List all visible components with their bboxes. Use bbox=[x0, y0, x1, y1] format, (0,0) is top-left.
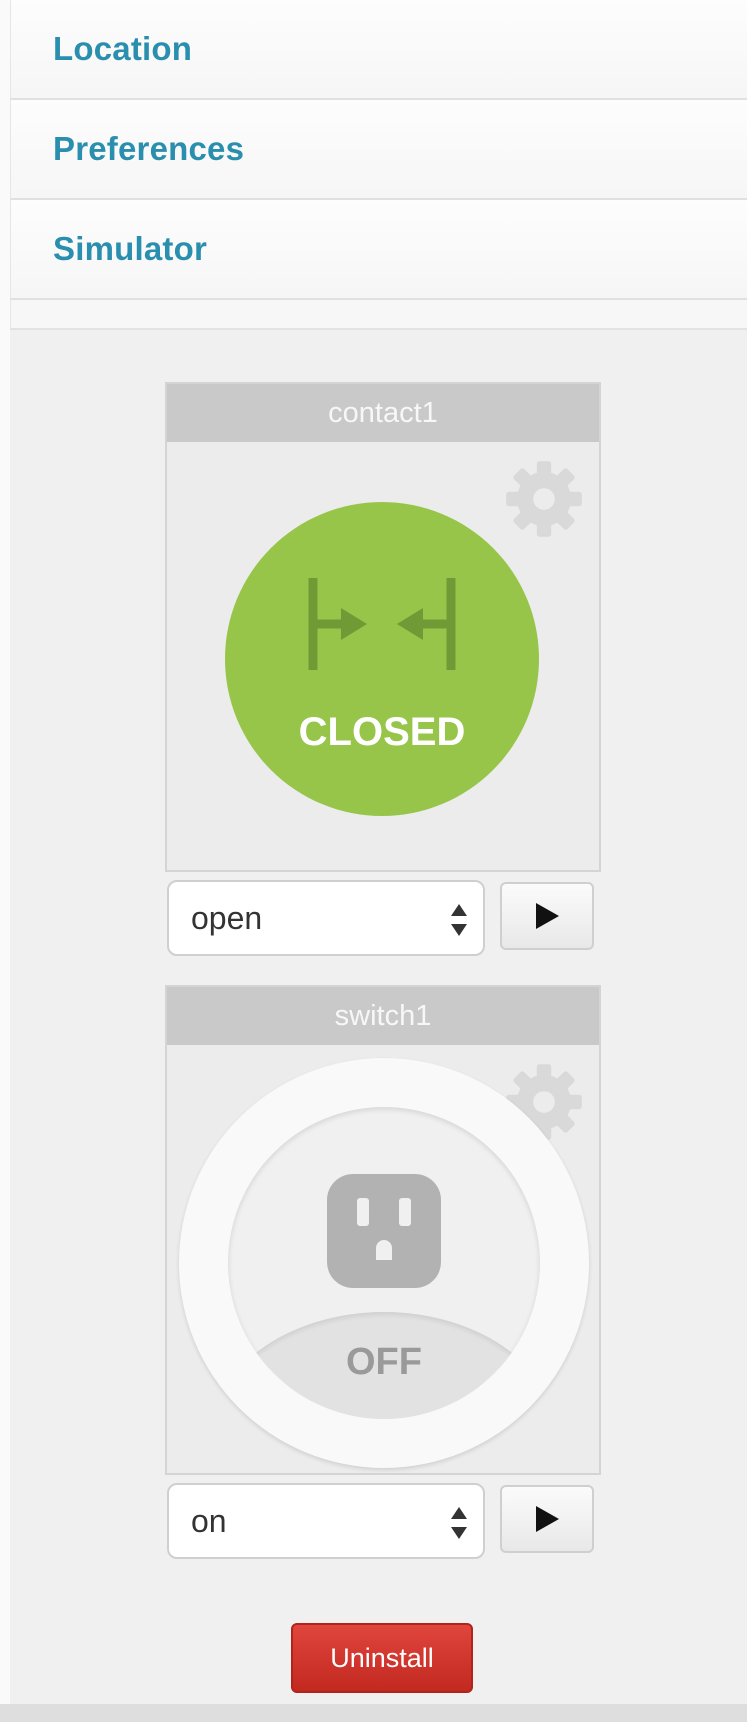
contact-tile[interactable]: contact1 CLOSED bbox=[165, 382, 601, 872]
select-arrows-icon bbox=[451, 1507, 467, 1539]
play-icon bbox=[536, 1506, 559, 1532]
left-edge bbox=[0, 0, 10, 1722]
switch-state-label: OFF bbox=[346, 1341, 422, 1383]
switch-inner-dial: OFF bbox=[228, 1107, 540, 1419]
accordion-item-location[interactable]: Location bbox=[10, 0, 747, 100]
accordion-label-preferences: Preferences bbox=[53, 130, 245, 167]
switch-control[interactable]: OFF bbox=[179, 1058, 589, 1468]
play-icon bbox=[536, 903, 559, 929]
select-arrows-icon bbox=[451, 904, 467, 936]
contact-closed-icon bbox=[308, 578, 456, 670]
contact-send-button[interactable] bbox=[500, 882, 594, 950]
accordion: Location Preferences Simulator bbox=[10, 0, 747, 330]
uninstall-button[interactable]: Uninstall bbox=[291, 1623, 473, 1693]
switch-tile[interactable]: switch1 OFF bbox=[165, 985, 601, 1475]
page: Location Preferences Simulator contact1 bbox=[0, 0, 747, 1722]
contact-select-value: open bbox=[191, 899, 263, 936]
contact-state-label: CLOSED bbox=[298, 710, 466, 754]
switch-send-button[interactable] bbox=[500, 1485, 594, 1553]
switch-state-select[interactable]: on bbox=[167, 1483, 485, 1559]
switch-tile-header: switch1 bbox=[167, 987, 599, 1045]
gear-icon[interactable] bbox=[499, 454, 589, 544]
accordion-label-location: Location bbox=[53, 30, 193, 67]
contact-tile-header: contact1 bbox=[167, 384, 599, 442]
accordion-item-preferences[interactable]: Preferences bbox=[10, 100, 747, 200]
contact-state-select[interactable]: open bbox=[167, 880, 485, 956]
contact-state-tile[interactable]: CLOSED bbox=[225, 502, 539, 816]
outlet-icon bbox=[327, 1174, 441, 1288]
switch-select-value: on bbox=[191, 1502, 227, 1539]
accordion-divider bbox=[10, 300, 747, 330]
accordion-item-simulator[interactable]: Simulator bbox=[10, 200, 747, 300]
accordion-label-simulator: Simulator bbox=[53, 230, 207, 267]
bottom-band bbox=[0, 1704, 747, 1722]
